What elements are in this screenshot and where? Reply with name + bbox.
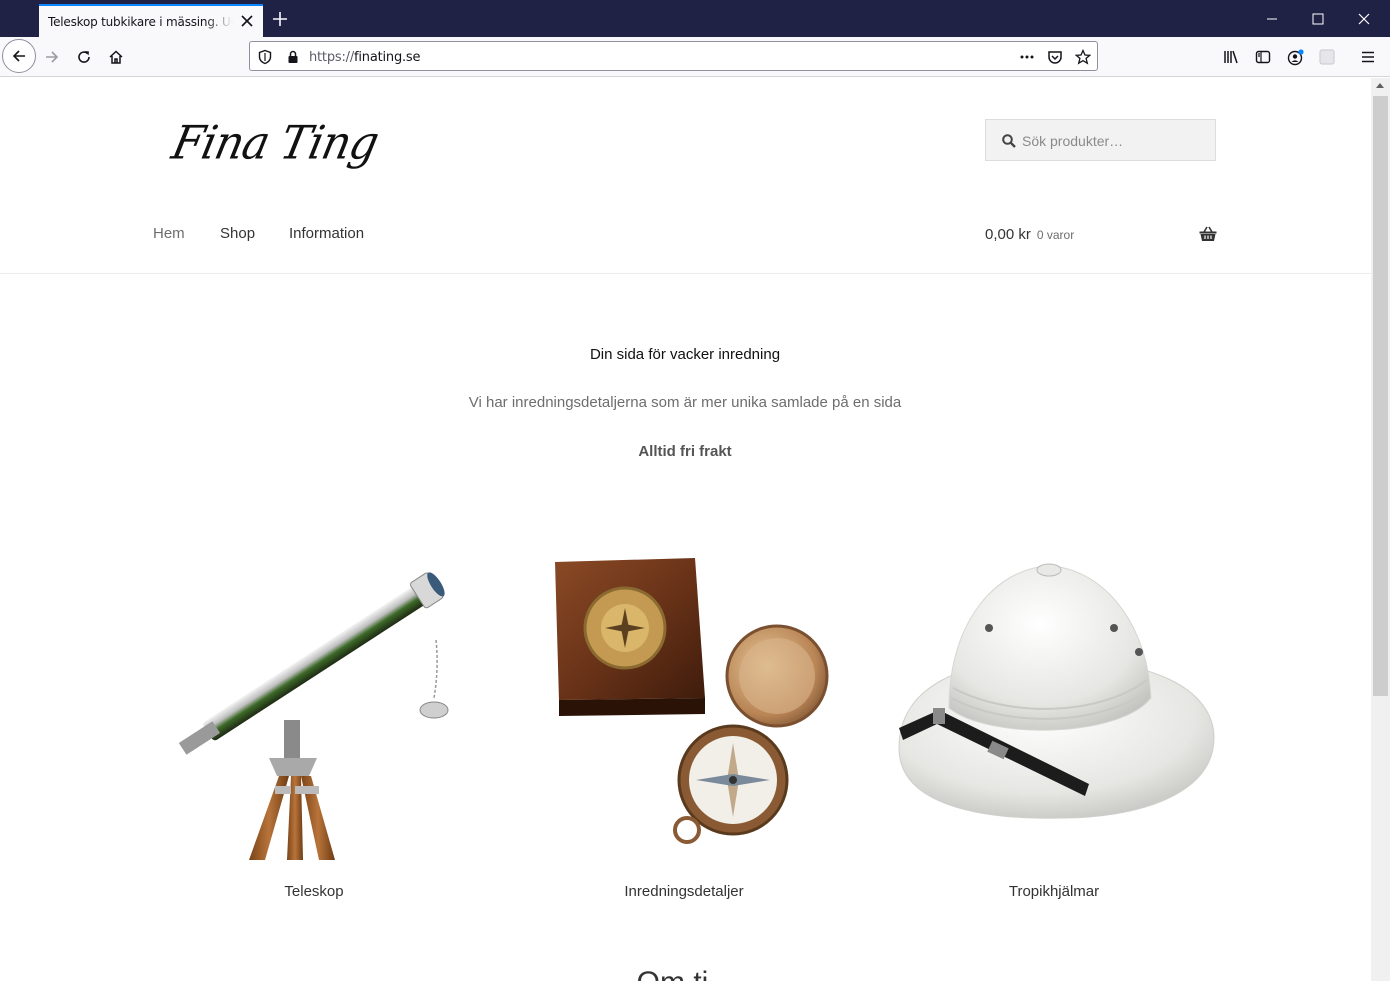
nav-item-information[interactable]: Information (289, 225, 364, 242)
telescope-image[interactable] (149, 548, 479, 860)
tracking-protection-shield-icon[interactable] (257, 49, 273, 65)
category-label[interactable]: Inredningsdetaljer (519, 883, 849, 900)
reload-icon (78, 51, 90, 63)
search-icon (1002, 134, 1016, 148)
sidebar-button[interactable] (1247, 41, 1279, 73)
back-arrow-icon (12, 50, 25, 62)
intro-subtitle: Vi har inredningsdetaljerna som är mer u… (468, 394, 902, 411)
maximize-icon (1312, 13, 1324, 25)
new-tab-icon[interactable] (270, 9, 290, 29)
sidebar-icon (1255, 50, 1271, 64)
category-label[interactable]: Tropikhjälmar (889, 883, 1219, 900)
back-button[interactable] (2, 39, 36, 73)
account-button[interactable] (1279, 41, 1311, 73)
scrollbar-thumb[interactable] (1373, 96, 1388, 696)
url-host: finating.se (354, 50, 421, 65)
lock-icon[interactable] (285, 49, 301, 65)
address-bar[interactable]: https://finating.se (249, 41, 1098, 71)
compass-box-image[interactable] (519, 548, 849, 860)
nav-item-shop[interactable]: Shop (220, 225, 255, 242)
app-menu-button[interactable] (1352, 41, 1384, 73)
bookmark-star-icon[interactable] (1075, 49, 1091, 65)
tab-title: Teleskop tubkikare i mässing. Unika (48, 15, 233, 29)
library-button[interactable] (1215, 41, 1247, 73)
minimize-button[interactable] (1249, 0, 1295, 37)
basket-icon[interactable] (1199, 226, 1217, 242)
home-button[interactable] (100, 41, 132, 73)
product-search (985, 119, 1216, 161)
browser-titlebar: Teleskop tubkikare i mässing. Unika (0, 0, 1390, 37)
reload-button[interactable] (68, 41, 100, 73)
page-scrollbar[interactable] (1371, 78, 1390, 981)
url-text[interactable]: https://finating.se (309, 50, 421, 65)
forward-button[interactable] (36, 41, 68, 73)
url-protocol: https:// (309, 50, 354, 65)
minimize-icon (1267, 18, 1277, 20)
cart-summary[interactable]: 0,00 kr 0 varor (985, 226, 1074, 244)
search-input[interactable] (1022, 131, 1202, 151)
category-card-tropikhjalmar[interactable]: Tropikhjälmar (889, 548, 1219, 908)
free-shipping-note: Alltid fri frakt (638, 443, 732, 460)
pith-helmet-image[interactable] (889, 548, 1219, 860)
extension-button[interactable] (1311, 41, 1343, 73)
header-divider (0, 273, 1371, 274)
next-section-heading: Om ti... (0, 966, 1370, 981)
home-icon (109, 50, 123, 64)
page-actions-more-icon[interactable] (1019, 49, 1035, 65)
library-icon (1224, 50, 1238, 64)
maximize-button[interactable] (1295, 0, 1341, 37)
category-card-teleskop[interactable]: Teleskop (149, 548, 479, 908)
web-page: Fina Ting Hem Shop Information 0,00 kr 0 … (0, 78, 1371, 981)
forward-arrow-icon (46, 51, 59, 63)
site-logo[interactable]: Fina Ting (167, 117, 382, 171)
category-card-inredningsdetaljer[interactable]: Inredningsdetaljer (519, 548, 849, 908)
browser-tab-active[interactable]: Teleskop tubkikare i mässing. Unika (39, 4, 263, 37)
cart-amount: 0,00 kr (985, 226, 1031, 243)
scroll-up-arrow-icon[interactable] (1376, 83, 1384, 88)
pocket-icon[interactable] (1047, 49, 1063, 65)
category-label[interactable]: Teleskop (149, 883, 479, 900)
extension-icon (1319, 49, 1335, 65)
account-icon (1287, 49, 1304, 66)
nav-item-hem[interactable]: Hem (153, 225, 185, 242)
close-window-button[interactable] (1341, 0, 1387, 37)
intro-title: Din sida för vacker inredning (589, 346, 781, 363)
close-tab-icon[interactable] (239, 13, 255, 29)
close-window-icon (1358, 13, 1370, 25)
cart-count: 0 varor (1036, 228, 1075, 242)
hamburger-menu-icon (1362, 51, 1374, 63)
